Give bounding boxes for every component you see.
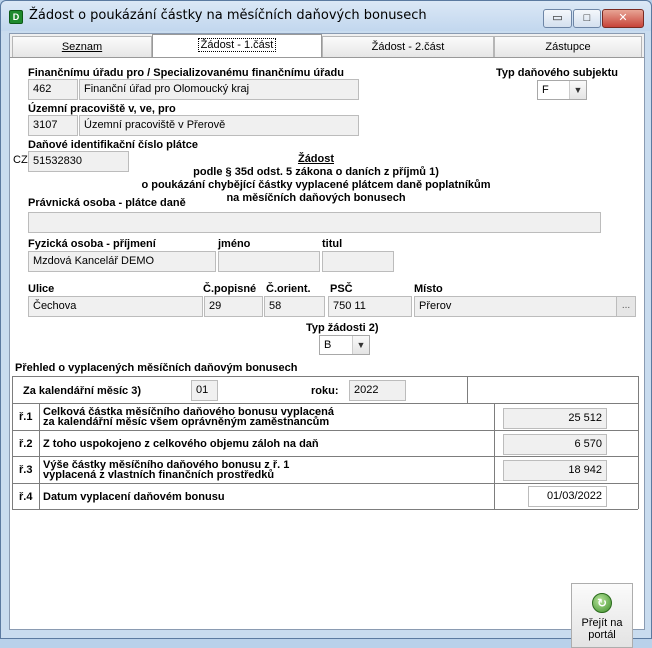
street-label: Ulice [28, 283, 55, 295]
office-name-field[interactable]: Finanční úřad pro Olomoucký kraj [79, 79, 359, 100]
table-border [494, 403, 495, 509]
table-border [12, 376, 638, 377]
psc-label: PSČ [330, 283, 353, 295]
request-type-value: B [324, 339, 332, 351]
tin-prefix: CZ [13, 154, 28, 166]
request-type-select[interactable]: B ▼ [319, 335, 370, 355]
firstname-field[interactable] [218, 251, 320, 272]
subject-type-value: F [542, 84, 549, 96]
tab-label: Zástupce [545, 41, 591, 53]
request-heading-line1: podle § 35d odst. 5 zákona o daních z př… [193, 166, 439, 178]
request-heading-line2: o poukázání chybějící částky vyplacené p… [141, 179, 491, 191]
client-area: Seznam Žádost - 1.část Žádost - 2.část Z… [9, 33, 645, 648]
table-border [12, 509, 638, 510]
subject-type-select[interactable]: F ▼ [537, 80, 587, 100]
office-code-field[interactable]: 462 [28, 79, 78, 100]
row-number: ř.2 [19, 438, 33, 450]
row-number: ř.1 [19, 411, 33, 423]
tab-seznam[interactable]: Seznam [12, 36, 152, 57]
payment-date-field[interactable]: 01/03/2022 [528, 486, 607, 507]
table-border [12, 456, 638, 457]
maximize-button[interactable]: □ [573, 9, 601, 28]
close-icon: ✕ [618, 12, 628, 24]
street-field[interactable]: Čechova [28, 296, 203, 317]
branch-code-field[interactable]: 3107 [28, 115, 78, 136]
minimize-icon: ▭ [552, 12, 563, 24]
co-label: Č.orient. [266, 283, 311, 295]
tab-label: Seznam [61, 41, 103, 53]
row-number: ř.3 [19, 464, 33, 476]
tab-zadost-1[interactable]: Žádost - 1.část [152, 34, 322, 58]
tab-label: Žádost - 1.část [197, 38, 277, 52]
request-heading-line3: na měsíčních daňových bonusech [226, 192, 406, 204]
surname-field[interactable]: Mzdová Kancelář DEMO [28, 251, 216, 272]
cp-label: Č.popisné [203, 283, 257, 295]
portal-label-line1: Přejít na [581, 617, 623, 629]
row-text: Datum vyplacení daňovém bonusu [43, 491, 225, 503]
tab-bar: Seznam Žádost - 1.část Žádost - 2.část Z… [10, 34, 644, 58]
titul-field[interactable] [322, 251, 394, 272]
title-bar[interactable]: D Žádost o poukázání částky na měsíčních… [1, 1, 651, 31]
co-field[interactable]: 58 [264, 296, 325, 317]
maximize-icon: □ [583, 12, 591, 24]
request-heading-title: Žádost [297, 153, 335, 165]
row-text: za kalendářní měsíc všem oprávněným zamě… [43, 416, 330, 428]
city-field[interactable]: Přerov [414, 296, 618, 317]
app-logo-icon: D [9, 10, 23, 24]
app-window: D Žádost o poukázání částky na měsíčních… [0, 0, 652, 648]
form-panel: Finančnímu úřadu pro / Specializovanému … [10, 57, 644, 648]
office-label: Finančnímu úřadu pro / Specializovanému … [28, 67, 344, 79]
refresh-globe-icon: ↻ [592, 593, 612, 613]
window-title: Žádost o poukázání částky na měsíčních d… [29, 8, 427, 23]
subject-type-label: Typ daňového subjektu [496, 67, 619, 79]
year-field[interactable]: 2022 [349, 380, 406, 401]
tin-field[interactable]: 51532830 [28, 151, 129, 172]
year-label: roku: [311, 385, 339, 397]
cp-field[interactable]: 29 [204, 296, 263, 317]
minimize-button[interactable]: ▭ [543, 9, 572, 28]
go-to-portal-button[interactable]: ↻ Přejít na portál [571, 583, 633, 648]
chevron-down-icon: ▼ [569, 81, 586, 99]
branch-name-field[interactable]: Územní pracoviště v Přerově [79, 115, 359, 136]
branch-label: Územní pracoviště v, ve, pro [28, 103, 176, 115]
table-border [638, 376, 639, 509]
month-label: Za kalendářní měsíc 3) [23, 385, 141, 397]
row-value-field[interactable]: 18 942 [503, 460, 607, 481]
table-border [12, 430, 638, 431]
city-label: Místo [414, 283, 443, 295]
row-text: Z toho uspokojeno z celkového objemu zál… [43, 438, 319, 450]
psc-field[interactable]: 750 11 [328, 296, 412, 317]
row-value-field[interactable]: 6 570 [503, 434, 607, 455]
table-border [39, 403, 40, 509]
table-border [467, 376, 468, 403]
legal-entity-field[interactable] [28, 212, 601, 233]
table-border [12, 403, 638, 404]
month-field[interactable]: 01 [191, 380, 218, 401]
tab-zadost-2[interactable]: Žádost - 2.část [322, 36, 494, 57]
tab-zastupce[interactable]: Zástupce [494, 36, 642, 57]
request-type-label: Typ žádosti 2) [306, 322, 379, 334]
portal-label-line2: portál [588, 629, 616, 641]
chevron-down-icon: ▼ [352, 336, 369, 354]
titul-label: titul [322, 238, 343, 250]
table-border [12, 376, 13, 509]
tin-label: Daňové identifikační číslo plátce [28, 139, 198, 151]
row-value-field[interactable]: 25 512 [503, 408, 607, 429]
surname-label: Fyzická osoba - příjmení [28, 238, 156, 250]
legal-entity-label: Právnická osoba - plátce daně [28, 197, 186, 209]
firstname-label: jméno [218, 238, 251, 250]
close-button[interactable]: ✕ [602, 9, 644, 28]
tab-label: Žádost - 2.část [371, 41, 445, 53]
table-border [12, 483, 638, 484]
row-text: vyplacená z vlastních finančních prostře… [43, 469, 275, 481]
row-number: ř.4 [19, 491, 33, 503]
overview-title: Přehled o vyplacených měsíčních daňovým … [15, 362, 298, 374]
city-lookup-button[interactable]: ... [616, 296, 636, 317]
